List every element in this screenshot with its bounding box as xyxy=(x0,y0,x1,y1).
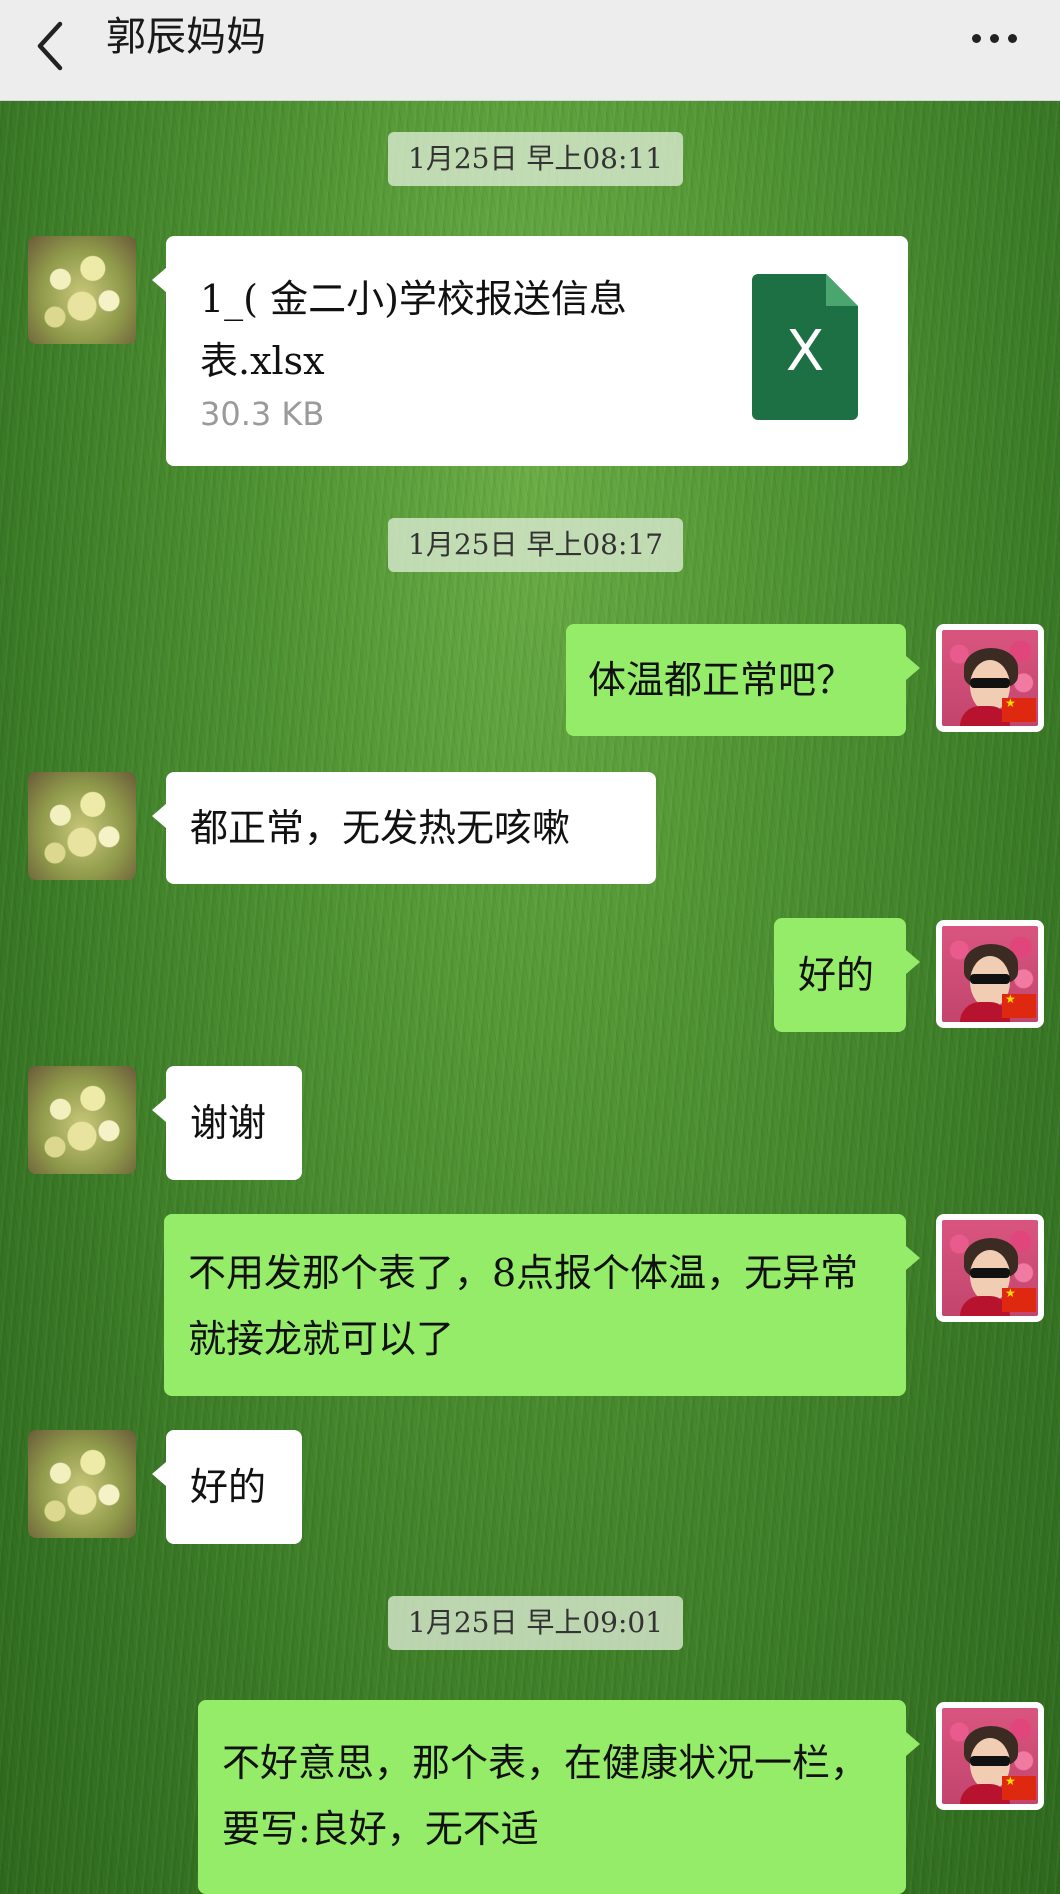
message-bubble-incoming[interactable]: 谢谢 xyxy=(152,1066,302,1180)
my-avatar[interactable] xyxy=(936,1214,1044,1322)
china-flag-icon xyxy=(1002,1286,1036,1312)
top-bar: 郭辰妈妈 xyxy=(0,0,1060,101)
china-flag-icon xyxy=(1002,696,1036,722)
china-flag-icon xyxy=(1002,1774,1036,1800)
file-name: 1_( 金二小)学校报送信息表.xlsx xyxy=(200,277,627,383)
contact-avatar[interactable] xyxy=(28,1430,136,1538)
contact-avatar[interactable] xyxy=(28,236,136,344)
timestamp: 1月25日 早上08:17 xyxy=(388,518,684,572)
file-message[interactable]: 1_( 金二小)学校报送信息表.xlsx 30.3 KB X xyxy=(152,236,908,466)
excel-letter: X xyxy=(785,319,825,384)
timestamp: 1月25日 早上09:01 xyxy=(388,1596,684,1650)
my-avatar[interactable] xyxy=(936,1702,1044,1810)
message-bubble-outgoing[interactable]: 不用发那个表了，8点报个体温，无异常就接龙就可以了 xyxy=(164,1214,920,1396)
my-avatar[interactable] xyxy=(936,920,1044,1028)
timestamp: 1月25日 早上08:11 xyxy=(388,132,684,186)
message-bubble-incoming[interactable]: 好的 xyxy=(152,1430,302,1544)
my-avatar[interactable] xyxy=(936,624,1044,732)
message-bubble-incoming[interactable]: 都正常，无发热无咳嗽 xyxy=(152,772,656,884)
message-bubble-outgoing[interactable]: 好的 xyxy=(774,918,920,1032)
message-bubble-outgoing[interactable]: 不好意思，那个表，在健康状况一栏，要写:良好，无不适 xyxy=(198,1700,920,1894)
file-size: 30.3 KB xyxy=(200,395,325,433)
contact-avatar[interactable] xyxy=(28,1066,136,1174)
back-arrow-icon[interactable] xyxy=(28,16,78,76)
china-flag-icon xyxy=(1002,992,1036,1018)
chat-title: 郭辰妈妈 xyxy=(106,14,266,60)
message-bubble-outgoing[interactable]: 体温都正常吧？ xyxy=(566,624,920,736)
more-options-icon[interactable] xyxy=(972,28,1028,52)
contact-avatar[interactable] xyxy=(28,772,136,880)
